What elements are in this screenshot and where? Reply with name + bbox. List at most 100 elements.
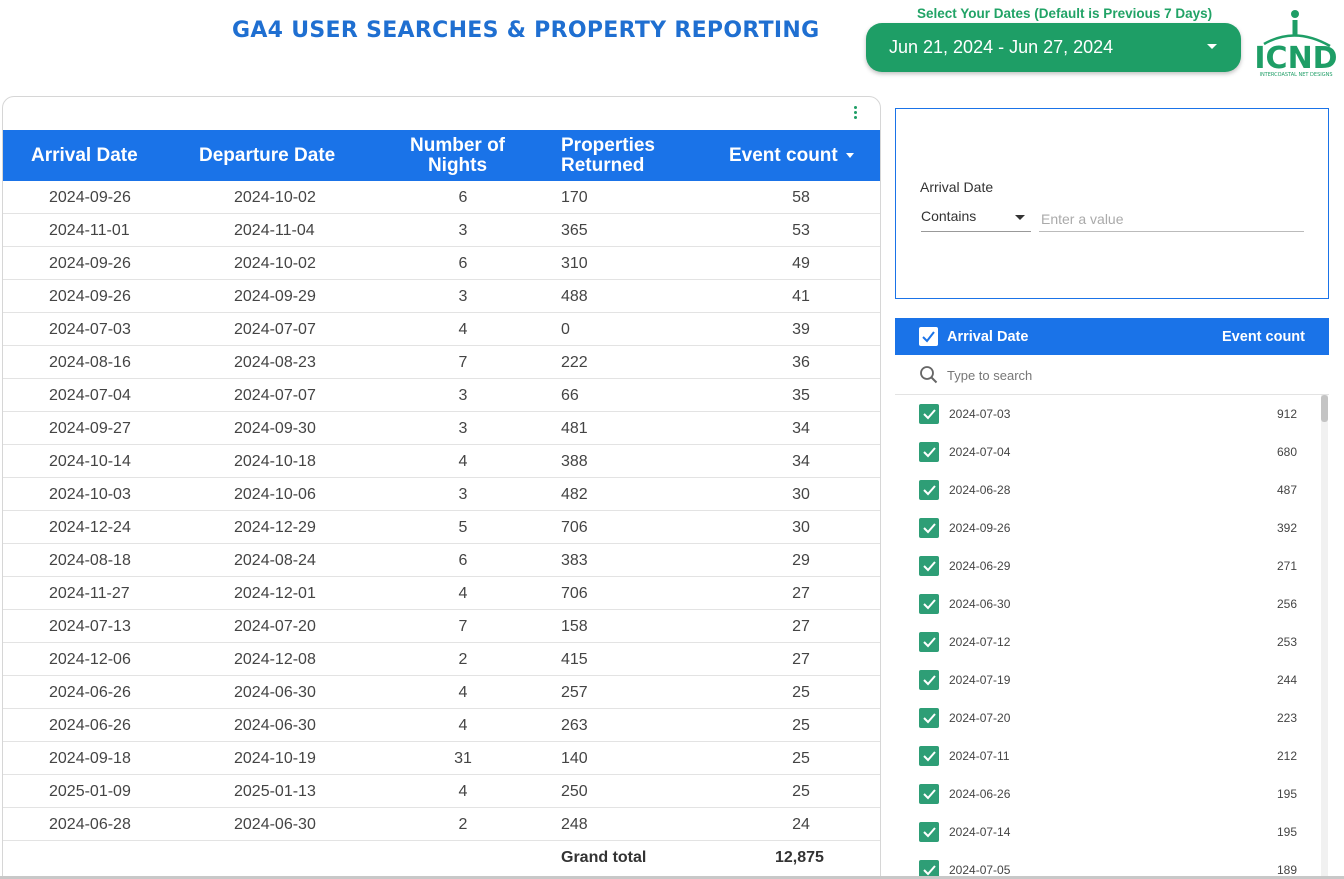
column-header-departure-date[interactable]: Departure Date [199,130,335,181]
list-item[interactable]: 2024-07-11 212 [895,737,1329,775]
select-all-checkbox[interactable] [919,327,938,346]
column-header-number-of-nights[interactable]: Number of Nights [410,130,505,181]
column-header-event-count[interactable]: Event count [729,130,854,181]
list-item[interactable]: 2024-07-03 912 [895,395,1329,433]
cell-properties-returned: 383 [561,552,588,569]
cell-nights: 3 [458,420,468,437]
cell-properties-returned: 310 [561,255,588,272]
list-item[interactable]: 2024-07-14 195 [895,813,1329,851]
table-row[interactable]: 2024-12-24 2024-12-29 5 706 30 [3,511,880,544]
table-row[interactable]: 2024-11-01 2024-11-04 3 365 53 [3,214,880,247]
cell-nights: 3 [458,222,468,239]
cell-properties-returned: 365 [561,222,588,239]
item-checkbox[interactable] [919,518,939,538]
cell-properties-returned: 170 [561,189,588,206]
table-row[interactable]: 2024-09-26 2024-10-02 6 170 58 [3,181,880,214]
cell-nights: 5 [458,519,468,536]
cell-departure-date: 2024-10-18 [234,453,316,470]
list-item-count: 223 [1276,711,1297,725]
cell-arrival-date: 2024-09-26 [49,288,131,305]
item-checkbox[interactable] [919,822,939,842]
list-item-count: 912 [1276,407,1297,421]
item-checkbox[interactable] [919,442,939,462]
list-item-label: 2024-07-04 [949,445,1011,459]
list-item[interactable]: 2024-07-05 189 [895,851,1329,879]
scrollbar-thumb[interactable] [1321,395,1328,422]
item-checkbox[interactable] [919,594,939,614]
item-checkbox[interactable] [919,632,939,652]
table-row[interactable]: 2024-06-28 2024-06-30 2 248 24 [3,808,880,841]
more-options-icon[interactable] [854,106,858,121]
table-row[interactable]: 2024-09-27 2024-09-30 3 481 34 [3,412,880,445]
list-item-count: 195 [1276,787,1297,801]
item-checkbox[interactable] [919,404,939,424]
table-row[interactable]: 2024-07-13 2024-07-20 7 158 27 [3,610,880,643]
cell-arrival-date: 2024-08-16 [49,354,131,371]
cell-event-count: 41 [792,288,810,305]
table-row[interactable]: 2024-07-03 2024-07-07 4 0 39 [3,313,880,346]
table-row[interactable]: 2025-01-09 2025-01-13 4 250 25 [3,775,880,808]
cell-event-count: 25 [792,684,810,701]
column-header-properties-line1: Properties [561,134,655,156]
arrival-date-filter: Arrival Date Contains [895,108,1329,299]
list-item-label: 2024-07-20 [949,711,1011,725]
table-row[interactable]: 2024-12-06 2024-12-08 2 415 27 [3,643,880,676]
list-items: 2024-07-03 912 2024-07-04 680 2024-06-28 487 2… [895,395,1329,879]
list-item[interactable]: 2024-07-04 680 [895,433,1329,471]
list-item[interactable]: 2024-07-12 253 [895,623,1329,661]
column-header-arrival-date[interactable]: Arrival Date [31,130,138,181]
table-row[interactable]: 2024-08-16 2024-08-23 7 222 36 [3,346,880,379]
table-row[interactable]: 2024-08-18 2024-08-24 6 383 29 [3,544,880,577]
table-header: Arrival Date Departure Date Number of Ni… [3,130,880,181]
cell-properties-returned: 222 [561,354,588,371]
cell-properties-returned: 257 [561,684,588,701]
cell-event-count: 27 [792,651,810,668]
table-row[interactable]: 2024-10-14 2024-10-18 4 388 34 [3,445,880,478]
list-item[interactable]: 2024-06-28 487 [895,471,1329,509]
cell-properties-returned: 250 [561,783,588,800]
table-row[interactable]: 2024-09-18 2024-10-19 31 140 25 [3,742,880,775]
filter-operator-select[interactable]: Contains [921,208,1031,232]
cell-departure-date: 2024-08-23 [234,354,316,371]
checkmark-icon [923,523,936,534]
item-checkbox[interactable] [919,784,939,804]
item-checkbox[interactable] [919,556,939,576]
list-item-label: 2024-07-19 [949,673,1011,687]
list-item[interactable]: 2024-07-19 244 [895,661,1329,699]
list-item-count: 680 [1276,445,1297,459]
cell-event-count: 53 [792,222,810,239]
list-item[interactable]: 2024-06-26 195 [895,775,1329,813]
list-item[interactable]: 2024-06-30 256 [895,585,1329,623]
filter-value-input[interactable] [1039,206,1304,232]
column-header-event-count-label: Event count [729,144,838,166]
table-row[interactable]: 2024-07-04 2024-07-07 3 66 35 [3,379,880,412]
cell-nights: 4 [458,453,468,470]
list-item[interactable]: 2024-06-29 271 [895,547,1329,585]
table-row[interactable]: 2024-06-26 2024-06-30 4 257 25 [3,676,880,709]
list-item[interactable]: 2024-09-26 392 [895,509,1329,547]
item-checkbox[interactable] [919,708,939,728]
cell-arrival-date: 2024-12-24 [49,519,131,536]
table-row[interactable]: 2024-10-03 2024-10-06 3 482 30 [3,478,880,511]
report-page: GA4 USER SEARCHES & PROPERTY REPORTING S… [0,0,1344,879]
column-header-properties-returned[interactable]: Properties Returned [561,130,655,181]
item-checkbox[interactable] [919,480,939,500]
table-row[interactable]: 2024-09-26 2024-10-02 6 310 49 [3,247,880,280]
table-row[interactable]: 2024-09-26 2024-09-29 3 488 41 [3,280,880,313]
list-item[interactable]: 2024-07-20 223 [895,699,1329,737]
table-body: 2024-09-26 2024-10-02 6 170 58 2024-11-01 2024… [3,181,880,841]
list-search-input[interactable] [947,364,1287,386]
cell-arrival-date: 2024-08-18 [49,552,131,569]
list-item-count: 392 [1276,521,1297,535]
item-checkbox[interactable] [919,670,939,690]
cell-event-count: 30 [792,519,810,536]
table-row[interactable]: 2024-11-27 2024-12-01 4 706 27 [3,577,880,610]
cell-event-count: 29 [792,552,810,569]
checkmark-icon [923,827,936,838]
list-scrollbar[interactable] [1321,395,1328,879]
item-checkbox[interactable] [919,746,939,766]
date-range-picker[interactable]: Jun 21, 2024 - Jun 27, 2024 [866,23,1241,72]
cell-departure-date: 2024-12-08 [234,651,316,668]
table-row[interactable]: 2024-06-26 2024-06-30 4 263 25 [3,709,880,742]
cell-properties-returned: 158 [561,618,588,635]
